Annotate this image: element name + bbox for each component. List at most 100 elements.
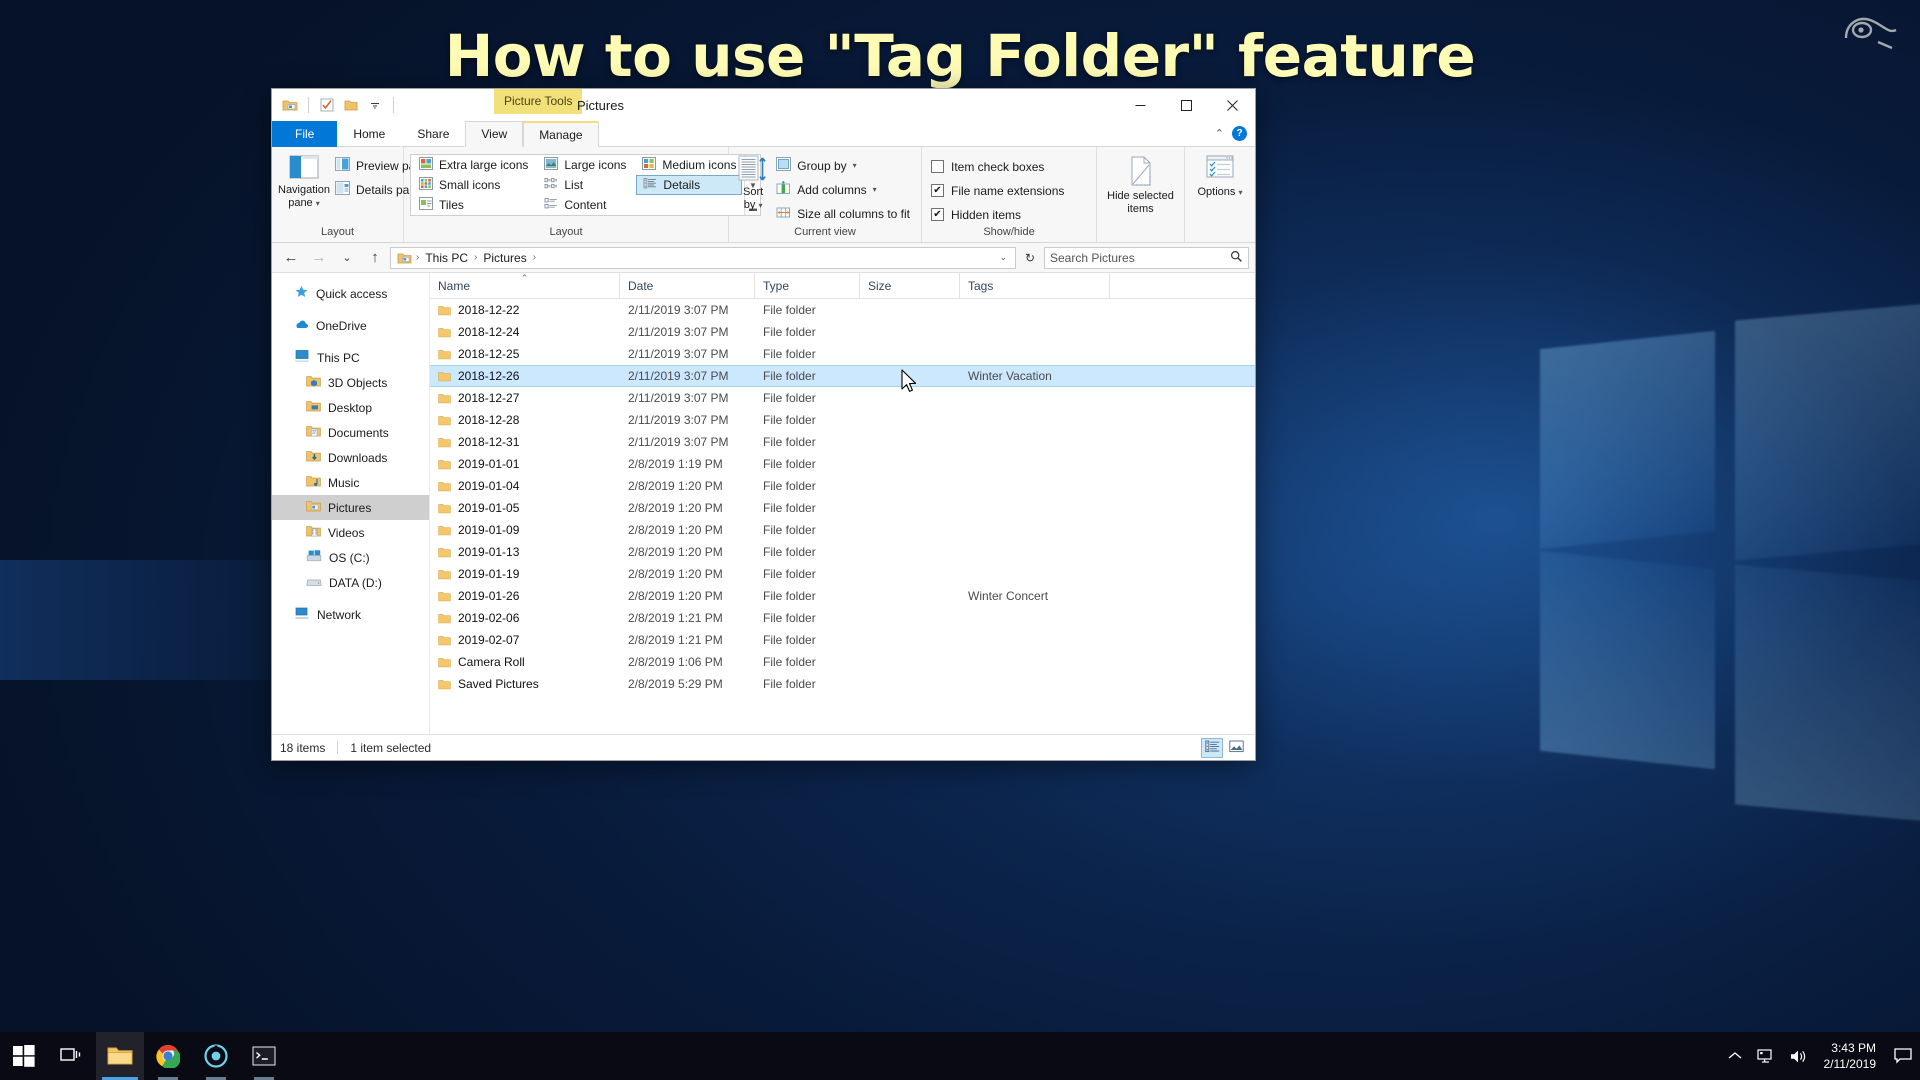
sidebar-item-3d-objects[interactable]: 3D Objects bbox=[272, 370, 429, 395]
taskbar-camtasia[interactable] bbox=[192, 1032, 240, 1080]
layout-option-large-icons[interactable]: Large icons bbox=[538, 155, 632, 175]
tab-view[interactable]: View bbox=[465, 121, 524, 147]
help-icon[interactable]: ? bbox=[1232, 126, 1247, 141]
tab-share[interactable]: Share bbox=[401, 121, 466, 147]
table-row[interactable]: 2019-01-19 2/8/2019 1:20 PM File folder bbox=[430, 563, 1255, 585]
back-button[interactable]: ← bbox=[278, 246, 304, 270]
tray-chevron-icon[interactable] bbox=[1720, 1032, 1750, 1080]
customize-caret-icon[interactable] bbox=[365, 95, 385, 115]
breadcrumb-pictures[interactable]: Pictures bbox=[479, 251, 530, 265]
taskbar-clock[interactable]: 3:43 PM 2/11/2019 bbox=[1816, 1032, 1889, 1080]
add-columns-caret-icon[interactable]: ▾ bbox=[873, 185, 877, 194]
options-caret-icon[interactable]: ▾ bbox=[1238, 188, 1242, 197]
sidebar-item-this-pc[interactable]: This PC bbox=[272, 345, 429, 370]
file-name-extensions-option[interactable]: ✔ File name extensions bbox=[928, 180, 1067, 201]
minimize-button[interactable] bbox=[1117, 89, 1163, 121]
sidebar-item-data-d[interactable]: DATA (D:) bbox=[272, 570, 429, 595]
breadcrumb[interactable]: › This PC › Pictures › ⌄ bbox=[390, 246, 1016, 269]
maximize-button[interactable] bbox=[1163, 89, 1209, 121]
search-box[interactable]: Search Pictures bbox=[1044, 246, 1249, 269]
tab-home[interactable]: Home bbox=[337, 121, 402, 147]
taskbar-chrome[interactable] bbox=[144, 1032, 192, 1080]
layout-option-content[interactable]: Content bbox=[538, 195, 632, 215]
table-row[interactable]: 2019-02-07 2/8/2019 1:21 PM File folder bbox=[430, 629, 1255, 651]
table-row[interactable]: 2018-12-22 2/11/2019 3:07 PM File folder bbox=[430, 299, 1255, 321]
breadcrumb-separator-2[interactable]: › bbox=[533, 252, 536, 263]
taskbar-terminal[interactable] bbox=[240, 1032, 288, 1080]
properties-icon[interactable] bbox=[317, 95, 337, 115]
forward-button[interactable]: → bbox=[306, 246, 332, 270]
item-check-boxes-checkbox[interactable] bbox=[931, 160, 944, 173]
breadcrumb-separator-0[interactable]: › bbox=[416, 252, 419, 263]
recent-locations-button[interactable]: ⌄ bbox=[334, 246, 360, 270]
sidebar-item-network[interactable]: Network bbox=[272, 602, 429, 627]
tab-manage[interactable]: Manage bbox=[523, 121, 599, 147]
network-tray-icon[interactable] bbox=[1752, 1032, 1782, 1080]
table-row[interactable]: 2019-01-13 2/8/2019 1:20 PM File folder bbox=[430, 541, 1255, 563]
breadcrumb-this-pc[interactable]: This PC bbox=[421, 251, 472, 265]
table-row[interactable]: 2018-12-27 2/11/2019 3:07 PM File folder bbox=[430, 387, 1255, 409]
layout-option-tiles[interactable]: Tiles bbox=[413, 195, 534, 215]
column-header-size[interactable]: Size bbox=[860, 273, 960, 298]
navigation-pane-caret-icon[interactable]: ▾ bbox=[316, 199, 320, 208]
sidebar-item-videos[interactable]: Videos bbox=[272, 520, 429, 545]
sidebar-item-quick-access[interactable]: Quick access bbox=[272, 281, 429, 306]
sidebar-item-onedrive[interactable]: OneDrive bbox=[272, 313, 429, 338]
table-row[interactable]: 2018-12-25 2/11/2019 3:07 PM File folder bbox=[430, 343, 1255, 365]
layout-option-list[interactable]: List bbox=[538, 175, 632, 195]
table-row[interactable]: Camera Roll 2/8/2019 1:06 PM File folder bbox=[430, 651, 1255, 673]
table-row[interactable]: Saved Pictures 2/8/2019 5:29 PM File folde… bbox=[430, 673, 1255, 695]
action-center-icon[interactable] bbox=[1890, 1032, 1916, 1080]
folder-properties-icon[interactable] bbox=[280, 95, 300, 115]
address-dropdown-icon[interactable]: ⌄ bbox=[999, 252, 1011, 263]
search-icon[interactable] bbox=[1230, 250, 1243, 266]
sidebar-item-music[interactable]: Music bbox=[272, 470, 429, 495]
close-button[interactable] bbox=[1209, 89, 1255, 121]
table-row[interactable]: 2019-01-01 2/8/2019 1:19 PM File folder bbox=[430, 453, 1255, 475]
hidden-items-checkbox[interactable]: ✔ bbox=[931, 208, 944, 221]
sort-by-caret-icon[interactable]: ▾ bbox=[758, 201, 762, 210]
hidden-items-option[interactable]: ✔ Hidden items bbox=[928, 204, 1067, 225]
table-row[interactable]: 2018-12-31 2/11/2019 3:07 PM File folder bbox=[430, 431, 1255, 453]
sidebar-item-documents[interactable]: Documents bbox=[272, 420, 429, 445]
item-check-boxes-option[interactable]: Item check boxes bbox=[928, 156, 1067, 177]
search-input[interactable]: Search Pictures bbox=[1050, 251, 1135, 265]
refresh-button[interactable]: ↻ bbox=[1018, 247, 1042, 269]
add-columns-button[interactable]: Add columns ▾ bbox=[771, 179, 915, 200]
table-row[interactable]: 2018-12-26 2/11/2019 3:07 PM File folder Wi… bbox=[430, 365, 1255, 387]
column-header-type[interactable]: Type bbox=[755, 273, 860, 298]
column-header-tags[interactable]: Tags bbox=[960, 273, 1110, 298]
layout-option-medium-icons[interactable]: Medium icons bbox=[636, 155, 742, 175]
start-button[interactable] bbox=[0, 1032, 48, 1080]
size-all-columns-button[interactable]: Size all columns to fit bbox=[771, 203, 915, 224]
hide-selected-items-button[interactable]: Hide selected items bbox=[1103, 151, 1178, 215]
table-row[interactable]: 2018-12-24 2/11/2019 3:07 PM File folder bbox=[430, 321, 1255, 343]
navigation-pane-button[interactable]: Navigation pane ▾ bbox=[278, 151, 330, 209]
table-row[interactable]: 2018-12-28 2/11/2019 3:07 PM File folder bbox=[430, 409, 1255, 431]
group-by-caret-icon[interactable]: ▾ bbox=[853, 161, 857, 170]
file-name-extensions-checkbox[interactable]: ✔ bbox=[931, 184, 944, 197]
options-button[interactable]: Options ▾ bbox=[1191, 151, 1249, 199]
column-header-name[interactable]: ⌃ Name bbox=[430, 273, 620, 298]
sort-by-button[interactable]: Sort by ▾ bbox=[735, 151, 771, 211]
column-header-date[interactable]: Date bbox=[620, 273, 755, 298]
table-row[interactable]: 2019-01-04 2/8/2019 1:20 PM File folder bbox=[430, 475, 1255, 497]
table-row[interactable]: 2019-01-26 2/8/2019 1:20 PM File folder Win… bbox=[430, 585, 1255, 607]
sidebar-item-desktop[interactable]: Desktop bbox=[272, 395, 429, 420]
volume-icon[interactable] bbox=[1784, 1032, 1814, 1080]
large-icons-view-toggle[interactable] bbox=[1225, 738, 1247, 758]
sidebar-item-os-c[interactable]: OS (C:) bbox=[272, 545, 429, 570]
details-view-toggle[interactable] bbox=[1201, 737, 1223, 758]
tab-file[interactable]: File bbox=[272, 121, 338, 147]
table-row[interactable]: 2019-01-09 2/8/2019 1:20 PM File folder bbox=[430, 519, 1255, 541]
sidebar-item-downloads[interactable]: Downloads bbox=[272, 445, 429, 470]
layout-option-small-icons[interactable]: Small icons bbox=[413, 175, 534, 195]
layout-option-details[interactable]: Details bbox=[636, 175, 743, 195]
breadcrumb-separator-1[interactable]: › bbox=[474, 252, 477, 263]
contextual-tab-picture-tools[interactable]: Picture Tools bbox=[494, 89, 583, 114]
table-row[interactable]: 2019-02-06 2/8/2019 1:21 PM File folder bbox=[430, 607, 1255, 629]
group-by-button[interactable]: Group by ▾ bbox=[771, 155, 915, 176]
collapse-ribbon-icon[interactable]: ⌃ bbox=[1215, 127, 1224, 140]
layout-option-extra-large-icons[interactable]: Extra large icons bbox=[413, 155, 534, 175]
taskbar-file-explorer[interactable] bbox=[96, 1032, 144, 1080]
